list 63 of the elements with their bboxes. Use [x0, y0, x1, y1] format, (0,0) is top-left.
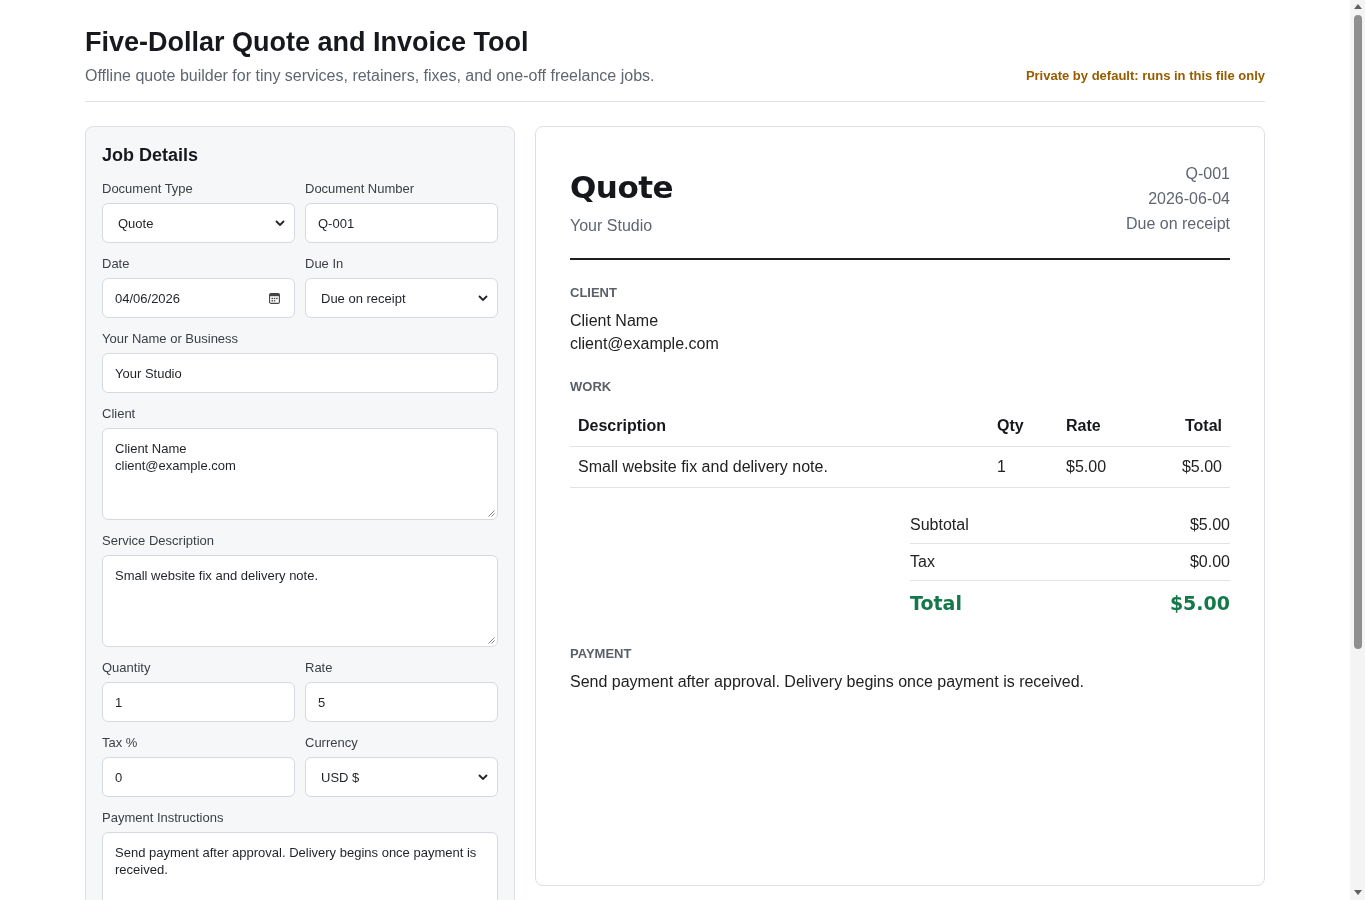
payment-instructions: Send payment after approval. Delivery begins once payment is received. [570, 672, 1086, 692]
client-email: client@example.com [570, 334, 719, 354]
calendar-icon[interactable] [269, 292, 280, 304]
field-label: Payment Instructions [102, 810, 224, 826]
text-input[interactable]: 5 [305, 682, 498, 722]
field-label: Client [102, 406, 136, 422]
table-cell: $5.00 [1150, 446, 1230, 488]
total-amount: $5.00 [1169, 591, 1230, 615]
resize-grip-icon[interactable] [488, 510, 495, 517]
field-label: Rate [305, 660, 333, 676]
table-cell: $5.00 [1058, 446, 1150, 488]
chevron-down-icon [478, 774, 488, 780]
summary-amount: $5.00 [1189, 515, 1230, 535]
scroll-down-icon[interactable] [1353, 890, 1362, 895]
dropdown[interactable]: Quote [102, 203, 295, 243]
dropdown[interactable]: USD $ [305, 757, 498, 797]
field-label: Currency [305, 735, 358, 751]
text-input[interactable]: Q-001 [305, 203, 498, 243]
section-heading: WORK [570, 379, 613, 395]
summary-amount: $0.00 [1189, 552, 1230, 572]
text-area[interactable]: Client Name client@example.com [102, 428, 498, 520]
page-subtitle: Offline quote builder for tiny services, retainers, fixes, and one-off freelance jobs. [85, 66, 655, 86]
date-input[interactable]: 04/06/2026 [102, 278, 295, 318]
field-label: Due In [305, 256, 344, 272]
field-label: Tax % [102, 735, 138, 751]
text-input[interactable]: 1 [102, 682, 295, 722]
column-header: Qty [989, 406, 1058, 447]
field-label: Service Description [102, 533, 214, 549]
field-label: Your Name or Business [102, 331, 239, 347]
text-area[interactable]: Small website fix and delivery note. [102, 555, 498, 647]
section-heading: PAYMENT [570, 646, 633, 662]
field-label: Document Type [102, 181, 193, 197]
table-cell: Small website fix and delivery note. [570, 446, 989, 488]
chevron-down-icon [478, 295, 488, 301]
text-input[interactable]: Your Studio [102, 353, 498, 393]
column-header: Rate [1058, 406, 1150, 447]
document-date: 2026-06-04 [1148, 189, 1230, 209]
text-area[interactable]: Send payment after approval. Delivery begins once payment is received. [102, 832, 498, 900]
due-terms: Due on receipt [1125, 214, 1230, 234]
scroll-up-icon[interactable] [1353, 4, 1362, 9]
summary-label: Subtotal [910, 515, 969, 535]
text-input[interactable]: 0 [102, 757, 295, 797]
column-header: Total [1150, 406, 1230, 447]
field-label: Document Number [305, 181, 415, 197]
client-name: Client Name [570, 311, 659, 331]
business-name: Your Studio [570, 216, 654, 236]
total-label: Total [910, 591, 962, 615]
chevron-down-icon [275, 220, 285, 226]
section-heading: CLIENT [570, 285, 618, 301]
summary-label: Tax [910, 552, 935, 572]
page-title: Five-Dollar Quote and Invoice Tool [85, 26, 530, 59]
document-number: Q-001 [1185, 164, 1230, 184]
panel-title: Job Details [102, 144, 200, 167]
table-cell: 1 [989, 446, 1058, 488]
scrollbar-thumb[interactable] [1353, 15, 1362, 649]
document-type-heading: Quote [570, 168, 674, 207]
dropdown[interactable]: Due on receipt [305, 278, 498, 318]
resize-grip-icon[interactable] [488, 637, 495, 644]
privacy-note: Private by default: runs in this file only [1025, 67, 1265, 85]
scrollbar[interactable] [1350, 0, 1365, 900]
field-label: Date [102, 256, 130, 272]
column-header: Description [570, 406, 989, 447]
field-label: Quantity [102, 660, 151, 676]
